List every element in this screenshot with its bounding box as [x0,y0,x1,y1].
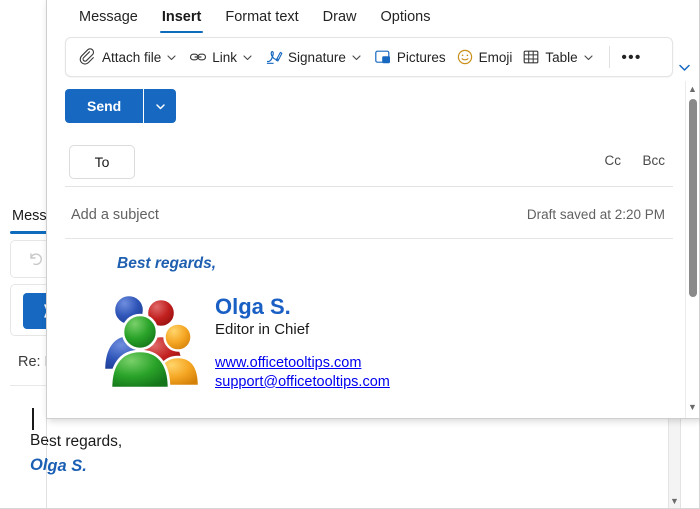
background-tab-message-clip[interactable]: Mess [12,208,47,224]
toolbar-divider [608,46,610,68]
ribbon-label-attach-file: Attach file [102,49,162,65]
ribbon-label-table: Table [545,49,578,65]
ribbon-button-attach-file[interactable]: Attach file [74,43,184,71]
ribbon-label-pictures: Pictures [396,49,446,65]
background-subject-row-clip: Re: M [10,342,47,386]
background-send-button-clip[interactable] [23,293,47,329]
ribbon-button-pictures[interactable]: Pictures [369,43,451,71]
tab-message[interactable]: Message [67,0,150,34]
to-field-button[interactable]: To [69,145,135,179]
scrollbar-thumb[interactable] [688,99,697,297]
background-window-left-content: Mess Re: M Best regards, Olga S [0,200,47,509]
undo-icon-clip[interactable] [25,249,47,271]
background-subject-text-clip[interactable]: Re: M [18,354,47,370]
chevron-down-icon-attach-file[interactable] [166,52,177,63]
message-body[interactable]: Best regards, Olga S. Editor in Chief ww… [65,243,673,413]
chevron-down-icon-link[interactable] [242,52,253,63]
chevron-down-icon-signature[interactable] [351,52,362,63]
screen: Mess Re: M Best regards, Ol [0,0,700,509]
emoji-smiley-icon [456,48,474,66]
ribbon-label-link: Link [212,49,238,65]
background-ribbon-tabstrip-clip: Mess [0,200,47,236]
tab-format-text[interactable]: Format text [213,0,310,34]
background-toolbar-clip [10,240,47,278]
tab-insert[interactable]: Insert [150,0,214,34]
background-window-scrollbar[interactable]: ▼ [668,417,681,509]
ribbon-button-table[interactable]: Table [517,43,600,71]
background-body-greeting-clip: Best regards, [30,432,47,449]
draft-saved-status: Draft saved at 2:20 PM [526,207,665,222]
background-tab-underline-clip [10,231,47,234]
send-split-button[interactable]: Send [65,89,177,123]
signature-website-link[interactable]: www.officetooltips.com [215,354,390,373]
ribbon-toolbar: Attach file Link Signature Pictures Emoj… [65,37,673,77]
ribbon-button-emoji[interactable]: Emoji [451,43,518,71]
scroll-down-arrow-icon[interactable]: ▼ [686,401,699,414]
people-group-logo-icon [95,287,207,391]
cc-button[interactable]: Cc [605,153,622,168]
paperclip-icon [79,48,97,66]
ribbon-expand-chevron-down-icon[interactable] [676,59,692,75]
ribbon-label-signature: Signature [288,49,346,65]
body-greeting: Best regards, [117,255,217,272]
ribbon-overflow-button[interactable]: ••• [618,44,646,70]
pictures-icon [374,48,392,66]
background-message-body-clip[interactable]: Best regards, Olga S. [10,390,47,500]
subject-input[interactable]: Add a subject [71,207,159,223]
subject-row[interactable]: Add a subject Draft saved at 2:20 PM [65,195,673,239]
signature-job-title: Editor in Chief [215,321,310,339]
ribbon-tabstrip: Message Insert Format text Draw Options [47,0,699,35]
signature-text-block: Olga S. Editor in Chief www.officetoolti… [215,287,390,391]
compose-window-scrollbar[interactable]: ▲ ▼ [685,81,699,418]
ribbon-button-link[interactable]: Link [184,43,260,71]
background-send-bar-clip [10,284,47,336]
email-signature-block: Olga S. Editor in Chief www.officetoolti… [95,287,390,391]
send-options-chevron-down-icon[interactable] [144,89,177,123]
send-button[interactable]: Send [65,89,144,123]
compose-window: Message Insert Format text Draw Options … [46,0,700,419]
bcc-button[interactable]: Bcc [642,153,665,168]
recipients-row: To Cc Bcc [65,143,673,187]
ribbon-label-emoji: Emoji [478,49,513,65]
table-grid-icon [522,48,540,66]
link-icon [189,48,207,66]
tab-draw[interactable]: Draw [311,0,369,34]
chevron-down-icon-table[interactable] [583,52,594,63]
tab-options[interactable]: Options [369,0,443,34]
signature-email-link[interactable]: support@officetooltips.com [215,373,390,392]
text-caret-clip [32,408,34,430]
signature-pen-icon [265,48,283,66]
background-body-signature-name-clip: Olga S. [30,456,47,474]
scroll-up-arrow-icon[interactable]: ▲ [686,83,699,96]
scroll-down-arrow-icon[interactable]: ▼ [670,497,679,506]
signature-name: Olga S. [215,294,291,319]
signature-links: www.officetooltips.com support@officetoo… [215,354,390,391]
ribbon-button-signature[interactable]: Signature [260,43,369,71]
